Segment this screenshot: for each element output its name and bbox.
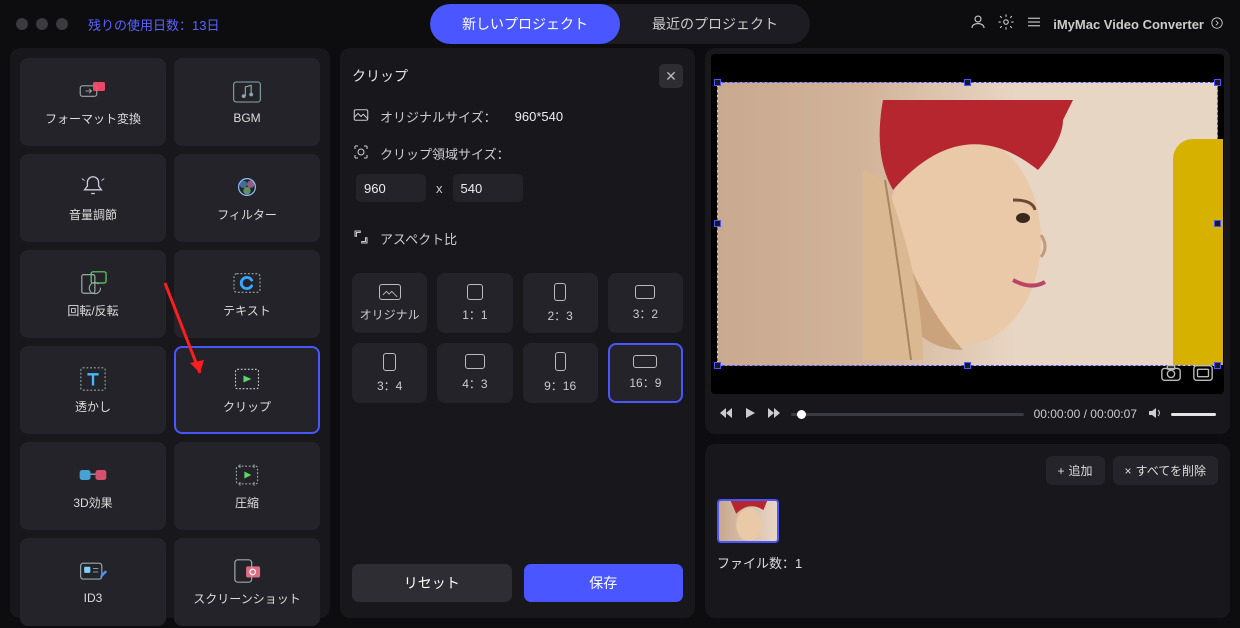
reset-button[interactable]: リセット <box>352 564 512 602</box>
save-button[interactable]: 保存 <box>524 564 684 602</box>
project-tab-group: 新しいプロジェクト 最近のプロジェクト <box>430 4 810 44</box>
original-size-value: 960*540 <box>515 109 563 124</box>
x-small-icon: × <box>1125 464 1132 478</box>
play-icon[interactable] <box>743 406 757 423</box>
tool-id3-label: ID3 <box>84 591 103 605</box>
prev-icon[interactable] <box>719 406 733 423</box>
tool-palette: フォーマット変換 BGM 音量調節 フィルター 回転/反転 テキスト 透かし <box>10 48 330 618</box>
app-title: iMyMac Video Converter <box>1053 16 1224 33</box>
traffic-minimize[interactable] <box>36 18 48 30</box>
compress-icon <box>232 462 262 488</box>
aspect-ratio-label: アスペクト比 <box>380 229 457 248</box>
aspect-ratio-icon <box>352 228 370 249</box>
aspect-ratio-grid: オリジナル 1：1 2：3 3：2 3：4 4：3 9：16 16：9 <box>352 273 683 403</box>
volume-icon[interactable] <box>1147 406 1161 423</box>
file-thumbnail[interactable] <box>717 499 779 543</box>
crop-overlay[interactable] <box>717 82 1218 366</box>
aspect-3-2[interactable]: 3：2 <box>608 273 683 333</box>
size-x-separator: x <box>436 181 443 196</box>
aspect-9-16[interactable]: 9：16 <box>523 343 598 403</box>
tool-text[interactable]: テキスト <box>174 250 320 338</box>
tool-rotate[interactable]: 回転/反転 <box>20 250 166 338</box>
aspect-3-4[interactable]: 3：4 <box>352 343 427 403</box>
video-frame[interactable] <box>711 54 1224 394</box>
bell-icon <box>78 174 108 200</box>
aspect-4-3[interactable]: 4：3 <box>437 343 512 403</box>
tool-clip-label: クリップ <box>223 398 271 415</box>
right-column: 00:00:00 / 00:00:07 +追加 ×すべてを削除 ファイル数：1 <box>705 48 1230 618</box>
filter-sphere-icon <box>232 174 262 200</box>
top-right-controls: iMyMac Video Converter <box>969 13 1224 36</box>
clip-panel-title: クリップ <box>352 66 408 86</box>
tab-recent-project[interactable]: 最近のプロジェクト <box>620 4 810 44</box>
rotate-icon <box>78 270 108 296</box>
clip-height-input[interactable] <box>453 174 523 202</box>
timeline-slider[interactable] <box>791 413 1024 416</box>
trial-days-label: 残りの使用日数：13日 <box>88 15 219 34</box>
traffic-close[interactable] <box>16 18 28 30</box>
tool-volume-label: 音量調節 <box>69 206 117 223</box>
tool-text-label: テキスト <box>223 302 271 319</box>
plus-icon: + <box>1058 464 1065 478</box>
file-count-label: ファイル数：1 <box>717 553 1218 572</box>
clip-region-label: クリップ領域サイズ： <box>380 144 510 163</box>
id3-pencil-icon <box>78 559 108 585</box>
next-icon[interactable] <box>767 406 781 423</box>
crop-region-icon <box>352 143 370 164</box>
top-bar: 残りの使用日数：13日 新しいプロジェクト 最近のプロジェクト iMyMac V… <box>0 0 1240 48</box>
aspect-2-3[interactable]: 2：3 <box>523 273 598 333</box>
tool-rotate-label: 回転/反転 <box>67 302 118 319</box>
format-convert-icon <box>78 78 108 104</box>
player-controls: 00:00:00 / 00:00:07 <box>711 400 1224 428</box>
tool-bgm-label: BGM <box>233 111 260 125</box>
video-preview-panel: 00:00:00 / 00:00:07 <box>705 48 1230 434</box>
screenshot-icon <box>232 558 262 584</box>
delete-all-button[interactable]: ×すべてを削除 <box>1113 456 1218 485</box>
original-size-label: オリジナルサイズ： <box>380 107 497 126</box>
clip-width-input[interactable] <box>356 174 426 202</box>
traffic-zoom[interactable] <box>56 18 68 30</box>
watermark-t-icon <box>78 366 108 392</box>
tool-screenshot-label: スクリーンショット <box>193 590 300 607</box>
tool-watermark[interactable]: 透かし <box>20 346 166 434</box>
tool-3d-effect-label: 3D効果 <box>73 494 112 511</box>
aspect-1-1[interactable]: 1：1 <box>437 273 512 333</box>
tool-watermark-label: 透かし <box>75 398 111 415</box>
clip-settings-panel: クリップ ✕ オリジナルサイズ： 960*540 クリップ領域サイズ： x アス… <box>340 48 695 618</box>
tool-compress-label: 圧縮 <box>235 494 259 511</box>
app-title-text: iMyMac Video Converter <box>1053 17 1204 32</box>
tool-id3[interactable]: ID3 <box>20 538 166 626</box>
tool-volume[interactable]: 音量調節 <box>20 154 166 242</box>
tool-format-convert-label: フォーマット変換 <box>45 110 141 127</box>
aspect-16-9[interactable]: 16：9 <box>608 343 683 403</box>
music-film-icon <box>232 79 262 105</box>
fullscreen-icon[interactable] <box>1192 363 1214 388</box>
time-display: 00:00:00 / 00:00:07 <box>1034 407 1137 421</box>
tool-3d-effect[interactable]: 3D効果 <box>20 442 166 530</box>
chevron-right-icon[interactable] <box>1210 16 1224 33</box>
tool-filter[interactable]: フィルター <box>174 154 320 242</box>
window-controls <box>16 18 68 30</box>
volume-slider[interactable] <box>1171 413 1216 416</box>
menu-icon[interactable] <box>1025 13 1043 36</box>
glasses-3d-icon <box>78 462 108 488</box>
image-size-icon <box>352 106 370 127</box>
tool-compress[interactable]: 圧縮 <box>174 442 320 530</box>
account-icon[interactable] <box>969 13 987 36</box>
tool-bgm[interactable]: BGM <box>174 58 320 146</box>
crop-icon <box>232 366 262 392</box>
text-c-icon <box>232 270 262 296</box>
camera-icon[interactable] <box>1160 363 1182 388</box>
add-file-button[interactable]: +追加 <box>1046 456 1105 485</box>
aspect-original[interactable]: オリジナル <box>352 273 427 333</box>
tool-clip[interactable]: クリップ <box>174 346 320 434</box>
tool-screenshot[interactable]: スクリーンショット <box>174 538 320 626</box>
tab-new-project[interactable]: 新しいプロジェクト <box>430 4 620 44</box>
file-list-panel: +追加 ×すべてを削除 ファイル数：1 <box>705 444 1230 618</box>
preview-image <box>863 100 1073 360</box>
gear-icon[interactable] <box>997 13 1015 36</box>
tool-filter-label: フィルター <box>217 206 277 223</box>
tool-format-convert[interactable]: フォーマット変換 <box>20 58 166 146</box>
close-icon[interactable]: ✕ <box>659 64 683 88</box>
